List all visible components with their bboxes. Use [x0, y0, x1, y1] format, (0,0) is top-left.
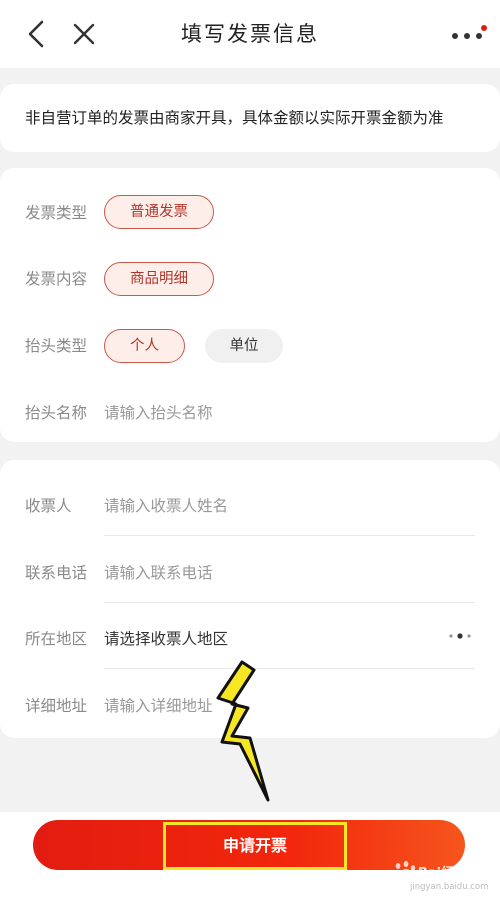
- chevron-left-icon: [28, 20, 44, 48]
- notice-banner: 非自营订单的发票由商家开具，具体金额以实际开票金额为准: [0, 84, 500, 152]
- address-input[interactable]: 请输入详细地址: [104, 694, 213, 716]
- phone-label: 联系电话: [25, 564, 88, 582]
- region-selector[interactable]: 请选择收票人地区: [104, 627, 228, 649]
- title-type-label: 抬头类型: [25, 337, 88, 355]
- close-icon: [73, 23, 95, 45]
- recipient-name-input[interactable]: 请输入收票人姓名: [104, 494, 228, 516]
- more-dots-icon: [452, 25, 487, 39]
- watermark-text: Bai经验: [418, 866, 468, 881]
- invoice-content-label: 发票内容: [25, 270, 88, 288]
- divider: [104, 602, 475, 603]
- invoice-type-label: 发票类型: [25, 204, 88, 222]
- close-button[interactable]: [66, 16, 102, 52]
- notice-text: 非自营订单的发票由商家开具，具体金额以实际开票金额为准: [25, 109, 444, 127]
- recipient-name-label: 收票人: [25, 497, 72, 515]
- title-name-label: 抬头名称: [25, 404, 88, 422]
- phone-input[interactable]: 请输入联系电话: [104, 561, 213, 583]
- title-name-input[interactable]: 请输入抬头名称: [104, 401, 213, 423]
- invoice-type-chip-normal[interactable]: 普通发票: [104, 195, 214, 229]
- watermark-url: jingyan.baidu.com: [410, 882, 489, 892]
- divider: [104, 535, 475, 536]
- region-label: 所在地区: [25, 630, 88, 648]
- back-button[interactable]: [18, 16, 54, 52]
- divider: [104, 668, 475, 669]
- address-label: 详细地址: [25, 697, 88, 715]
- more-button[interactable]: [446, 16, 488, 52]
- title-type-chip-personal[interactable]: 个人: [104, 329, 185, 363]
- title-type-chip-company[interactable]: 单位: [205, 329, 283, 363]
- invoice-content-chip-detail[interactable]: 商品明细: [104, 262, 214, 296]
- more-dots-icon[interactable]: [446, 628, 476, 644]
